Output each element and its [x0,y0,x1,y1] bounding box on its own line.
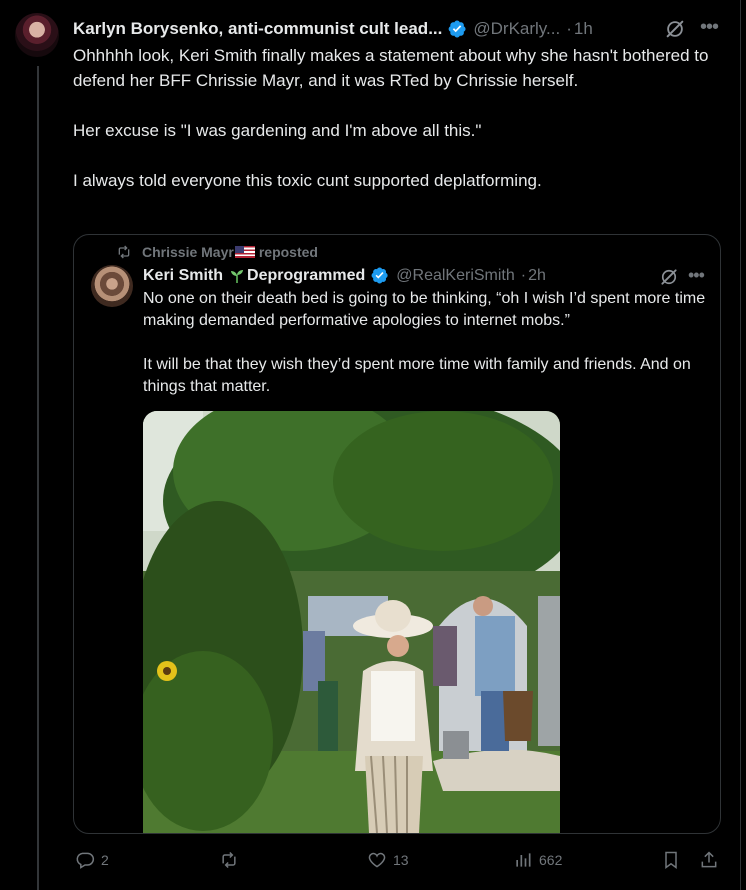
author-handle[interactable]: @DrKarly... [473,19,560,39]
quoted-author-suffix[interactable]: Deprogrammed [247,267,365,285]
bookmark-button[interactable] [661,850,687,870]
thread-line [37,66,39,890]
more-icon[interactable]: ••• [688,265,705,286]
verified-badge-icon[interactable] [370,266,390,286]
sprout-emoji-icon [229,268,245,284]
tweet-paragraph: I always told everyone this toxic cunt s… [73,171,542,190]
tweet-header: Karlyn Borysenko, anti-communist cult le… [73,17,593,41]
more-icon[interactable]: ••• [700,17,720,40]
column-border [740,0,741,890]
author-avatar[interactable] [15,13,59,57]
tweet-paragraph: Her excuse is "I was gardening and I'm a… [73,121,482,140]
separator-dot: · [520,267,527,284]
quoted-tweet-text: No one on their death bed is going to be… [143,288,708,398]
garden-photo[interactable] [143,411,560,833]
tweet-paragraph: Ohhhhh look, Keri Smith finally makes a … [73,46,709,90]
view-count: 662 [539,852,563,868]
author-name[interactable]: Karlyn Borysenko, anti-communist cult le… [73,19,442,39]
verified-badge-icon[interactable] [447,19,467,39]
repost-indicator[interactable]: Chrissie Mayr reposted [116,242,318,262]
like-button[interactable]: 13 [367,850,409,870]
quoted-author-handle[interactable]: @RealKeriSmith [396,267,515,285]
reply-button[interactable]: 2 [75,850,109,870]
repost-button[interactable] [219,850,245,870]
reposter-name[interactable]: Chrissie Mayr [142,244,234,260]
repost-icon [222,851,236,869]
bookmark-icon [665,851,677,869]
quoted-tweet-header: Keri Smith Deprogrammed @RealKeriSmith ·… [143,265,546,287]
views-icon [516,853,531,867]
like-count: 13 [393,852,409,868]
heart-icon [368,852,386,868]
quoted-tweet-time[interactable]: 2h [528,267,546,285]
us-flag-emoji-icon [234,246,255,258]
quoted-tweet-card[interactable]: Chrissie Mayr reposted Keri Smith Deprog… [73,234,721,834]
reply-count: 2 [101,852,109,868]
quoted-paragraph: It will be that they wish they’d spent m… [143,356,691,395]
reply-icon [76,852,95,869]
quoted-author-avatar[interactable] [91,265,133,307]
share-icon [701,851,717,868]
separator-dot: · [566,19,572,38]
action-bar: 2 13 662 [73,850,723,874]
quoted-author-name[interactable]: Keri Smith [143,267,223,285]
repost-icon [118,245,130,259]
views-button[interactable]: 662 [513,850,562,870]
grok-icon[interactable] [664,18,686,40]
reposted-label: reposted [258,244,318,260]
tweet-time[interactable]: 1h [574,19,593,39]
garden-photo-illustration [143,411,560,833]
quoted-paragraph: No one on their death bed is going to be… [143,290,706,329]
grok-icon[interactable] [659,267,679,287]
tweet-text: Ohhhhh look, Keri Smith finally makes a … [73,43,723,193]
share-button[interactable] [699,850,725,870]
